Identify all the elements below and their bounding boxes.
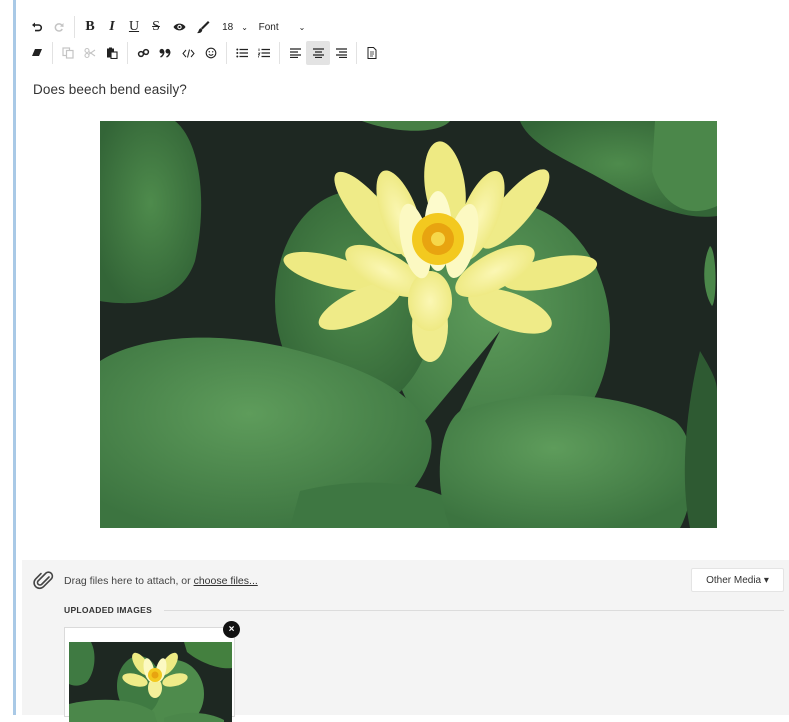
drag-drop-prompt: Drag files here to attach, or choose fil… xyxy=(64,575,258,587)
toolbar-separator xyxy=(356,42,357,64)
drag-drop-text: Drag files here to attach, or xyxy=(64,575,194,587)
strikethrough-icon: S xyxy=(152,19,160,34)
quote-button[interactable] xyxy=(154,41,176,65)
link-button[interactable] xyxy=(132,41,154,65)
font-family-value: Font xyxy=(258,21,279,33)
uploaded-images-heading: UPLOADED IMAGES xyxy=(64,605,153,615)
strikethrough-button[interactable]: S xyxy=(145,15,167,39)
font-size-value: 18 xyxy=(222,21,234,33)
eraser-icon xyxy=(32,49,42,56)
bullet-list-button[interactable] xyxy=(231,41,253,65)
link-icon xyxy=(137,48,149,58)
paste-button[interactable] xyxy=(101,41,123,65)
brush-button[interactable] xyxy=(191,15,217,39)
editor-text[interactable]: Does beech bend easily? xyxy=(33,82,187,97)
paperclip-icon xyxy=(33,569,55,596)
eye-icon xyxy=(173,23,185,31)
redo-icon xyxy=(54,23,64,32)
attachments-panel: Drag files here to attach, or choose fil… xyxy=(22,560,789,722)
toolbar-separator xyxy=(127,42,128,64)
toolbar-separator xyxy=(52,42,53,64)
align-center-icon xyxy=(312,48,324,58)
copy-button[interactable] xyxy=(57,41,79,65)
toolbar-row-1: B I U S 18 ⌄ Font ⌄ xyxy=(26,14,311,40)
uploaded-image-thumbnail[interactable] xyxy=(69,642,232,722)
numbered-list-icon xyxy=(258,48,270,58)
align-center-button[interactable] xyxy=(306,41,330,65)
document-button[interactable] xyxy=(361,41,383,65)
align-right-icon xyxy=(335,48,347,58)
numbered-list-button[interactable] xyxy=(253,41,275,65)
align-left-button[interactable] xyxy=(284,41,306,65)
remove-image-button[interactable]: × xyxy=(223,621,240,638)
bullet-list-icon xyxy=(236,48,248,58)
paste-icon xyxy=(107,47,118,59)
uploaded-images-divider xyxy=(164,610,784,611)
cut-button[interactable] xyxy=(79,41,101,65)
italic-button[interactable]: I xyxy=(101,15,123,39)
align-right-button[interactable] xyxy=(330,41,352,65)
cut-icon xyxy=(84,47,96,59)
underline-icon: U xyxy=(128,19,140,34)
align-left-icon xyxy=(289,48,301,58)
code-button[interactable] xyxy=(176,41,200,65)
toolbar-separator xyxy=(279,42,280,64)
quote-icon xyxy=(159,48,171,58)
italic-icon: I xyxy=(109,19,115,34)
preview-button[interactable] xyxy=(167,15,191,39)
clear-format-button[interactable] xyxy=(26,41,48,65)
code-icon xyxy=(181,48,195,58)
water-lily-image xyxy=(100,121,717,528)
copy-icon xyxy=(62,47,74,59)
underline-button[interactable]: U xyxy=(123,15,145,39)
document-icon xyxy=(367,47,377,59)
redo-button[interactable] xyxy=(48,15,70,39)
other-media-dropdown[interactable]: Other Media ▾ xyxy=(691,568,784,592)
undo-icon xyxy=(32,22,43,32)
chevron-down-icon: ⌄ xyxy=(298,22,306,32)
toolbar-row-2 xyxy=(26,40,383,66)
emoji-button[interactable] xyxy=(200,41,222,65)
bold-icon: B xyxy=(85,19,95,34)
bold-button[interactable]: B xyxy=(79,15,101,39)
close-icon: × xyxy=(228,624,235,635)
font-size-select[interactable]: 18 ⌄ xyxy=(217,15,253,39)
font-family-select[interactable]: Font ⌄ xyxy=(253,15,311,39)
toolbar-separator xyxy=(226,42,227,64)
choose-files-link[interactable]: choose files... xyxy=(194,575,258,587)
editor-left-border xyxy=(13,0,16,715)
undo-button[interactable] xyxy=(26,15,48,39)
uploaded-image-card[interactable] xyxy=(64,627,235,722)
emoji-icon xyxy=(205,47,217,59)
chevron-down-icon: ⌄ xyxy=(241,22,248,32)
brush-icon xyxy=(197,21,210,34)
toolbar-separator xyxy=(74,16,75,38)
